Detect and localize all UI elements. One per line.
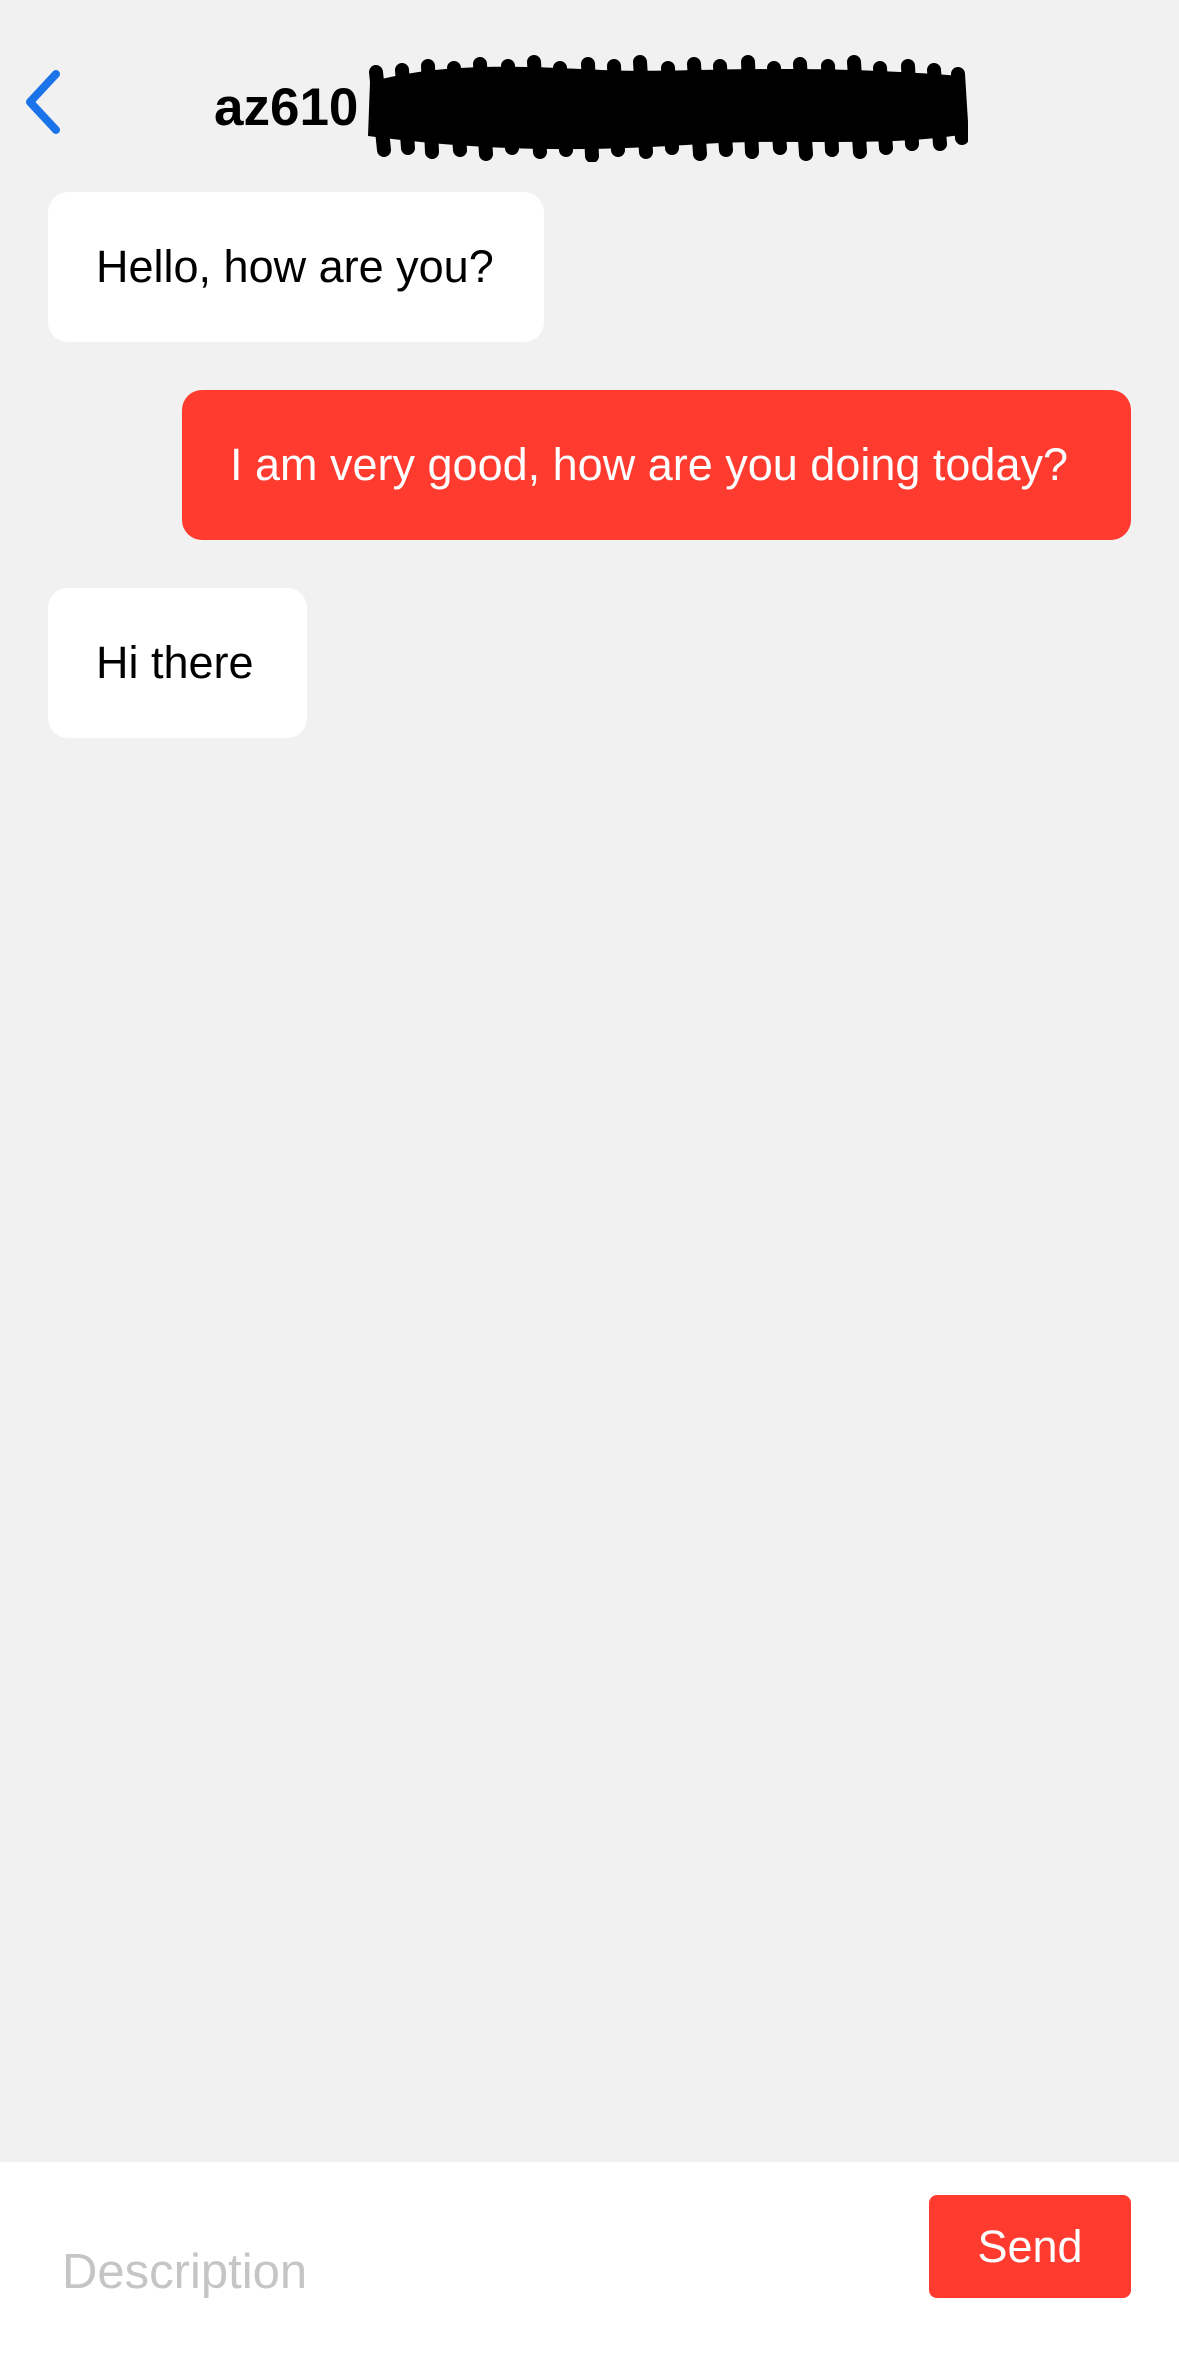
message-text: Hello, how are you? <box>96 241 494 292</box>
back-button[interactable] <box>18 66 78 138</box>
send-button[interactable]: Send <box>929 2195 1131 2298</box>
chat-title: az610 <box>214 52 969 162</box>
redaction-scribble <box>368 55 969 162</box>
chat-header: az610 <box>0 0 1179 190</box>
message-text: I am very good, how are you doing today? <box>230 439 1069 490</box>
chevron-left-icon <box>26 70 60 134</box>
message-text: Hi there <box>96 637 254 688</box>
description-input[interactable] <box>62 2222 862 2322</box>
message-bubble-outgoing: I am very good, how are you doing today? <box>182 390 1131 540</box>
chat-title-text: az610 <box>214 77 359 137</box>
message-composer: Send <box>0 2162 1179 2369</box>
message-bubble-incoming: Hi there <box>48 588 307 738</box>
message-bubble-incoming: Hello, how are you? <box>48 192 544 342</box>
